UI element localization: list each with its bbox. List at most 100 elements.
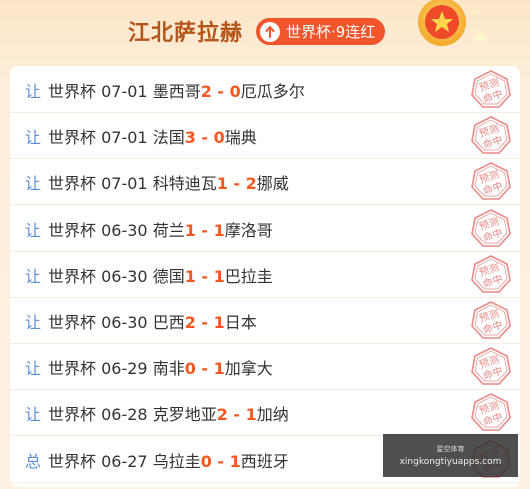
bet-type-label: 总 <box>25 451 42 471</box>
score-separator: - <box>211 82 230 101</box>
home-team: 法国 <box>152 128 185 148</box>
home-team: 南非 <box>152 359 185 379</box>
watermark-top: 星空体育 <box>436 445 465 453</box>
match-text: 世界杯 07-01 墨西哥2 - 0厄瓜多尔 <box>48 78 305 102</box>
hit-stamp-icon: 预测命中 <box>471 208 511 247</box>
match-text: 世界杯 07-01 科特迪瓦1 - 2挪威 <box>48 170 289 194</box>
home-team: 墨西哥 <box>152 82 201 101</box>
bet-type-label: 让 <box>25 174 42 194</box>
match-text: 世界杯 06-30 德国1 - 1巴拉圭 <box>48 263 273 287</box>
bet-type-label: 让 <box>25 359 42 379</box>
away-score: 1 <box>213 359 225 379</box>
streak-badge[interactable]: 世界杯·9连红 <box>256 18 386 45</box>
score-separator: - <box>195 359 214 379</box>
away-team: 日本 <box>224 313 257 332</box>
match-date: 06-28 <box>101 405 148 425</box>
home-score: 0 <box>184 359 196 379</box>
match-row[interactable]: 让世界杯 06-28 克罗地亚2 - 1加纳 预测 命中 <box>10 389 520 437</box>
hit-stamp-icon: 预测命中 <box>471 347 511 385</box>
home-score: 1 <box>184 266 196 286</box>
match-text: 世界杯 06-28 克罗地亚2 - 1加纳 <box>48 401 289 425</box>
hit-stamp-icon: 预测命中 <box>471 301 511 339</box>
away-team: 西班牙 <box>240 451 289 471</box>
score-separator: - <box>195 128 214 148</box>
away-score: 2 <box>245 174 257 194</box>
away-score: 0 <box>213 128 225 148</box>
bet-type-label: 让 <box>25 220 42 240</box>
away-team: 挪威 <box>256 174 289 194</box>
home-score: 2 <box>216 405 228 425</box>
match-date: 06-30 <box>101 266 148 286</box>
hit-stamp-icon: 预测命中 <box>471 393 511 432</box>
score-separator: - <box>195 313 214 332</box>
away-team: 巴拉圭 <box>224 266 273 286</box>
home-score: 3 <box>184 128 196 148</box>
away-score: 1 <box>213 266 225 286</box>
away-team: 摩洛哥 <box>224 220 273 240</box>
league-label: 世界杯 <box>48 266 97 286</box>
score-separator: - <box>227 174 246 194</box>
bet-type-label: 让 <box>25 82 42 101</box>
away-score: 1 <box>213 313 225 332</box>
away-score: 1 <box>229 451 241 471</box>
bet-type-label: 让 <box>25 313 42 332</box>
home-team: 荷兰 <box>152 220 185 240</box>
home-score: 2 <box>200 82 212 101</box>
score-separator: - <box>211 451 230 471</box>
league-label: 世界杯 <box>48 82 97 101</box>
hit-stamp-icon: 预测命中 <box>471 254 511 293</box>
match-row[interactable]: 让世界杯 07-01 科特迪瓦1 - 2挪威 预测 命中 <box>10 158 520 206</box>
league-label: 世界杯 <box>48 313 97 332</box>
arrow-up-icon <box>260 21 280 42</box>
match-date: 07-01 <box>101 128 148 148</box>
away-score: 1 <box>213 220 225 240</box>
match-date: 07-01 <box>101 174 148 194</box>
streak-label: 世界杯·9连红 <box>286 23 376 41</box>
match-row[interactable]: 让世界杯 06-30 荷兰1 - 1摩洛哥 预测 命中 <box>10 205 520 252</box>
home-score: 0 <box>200 451 212 471</box>
match-text: 世界杯 07-01 法国3 - 0瑞典 <box>48 124 257 148</box>
match-text: 世界杯 06-30 荷兰1 - 1摩洛哥 <box>48 217 273 241</box>
page-title: 江北萨拉赫 <box>128 21 244 46</box>
away-team: 加拿大 <box>224 359 273 379</box>
hit-stamp-icon: 预测命中 <box>471 162 511 201</box>
match-row[interactable]: 让世界杯 06-29 南非0 - 1加拿大 预测 命中 <box>10 343 520 391</box>
home-score: 2 <box>184 313 196 332</box>
match-row[interactable]: 让世界杯 07-01 法国3 - 0瑞典 预测 命中 <box>10 112 520 160</box>
match-date: 06-29 <box>101 359 148 379</box>
home-team: 克罗地亚 <box>152 405 217 425</box>
bet-type-label: 让 <box>25 266 42 286</box>
away-score: 1 <box>245 405 257 425</box>
away-score: 0 <box>229 82 241 101</box>
bet-type-label: 让 <box>25 128 42 148</box>
home-team: 巴西 <box>152 313 185 332</box>
medal-star-icon <box>418 0 488 46</box>
watermark: 星空体育 xingkongtiyuapps.com <box>383 434 518 477</box>
score-separator: - <box>227 405 246 425</box>
watermark-url: xingkongtiyuapps.com <box>399 457 502 467</box>
match-row[interactable]: 让世界杯 06-30 德国1 - 1巴拉圭 预测 命中 <box>10 251 520 298</box>
away-team: 加纳 <box>256 405 289 425</box>
match-row[interactable]: 让世界杯 07-01 墨西哥2 - 0厄瓜多尔 预测 命中 <box>10 66 520 113</box>
home-team: 科特迪瓦 <box>152 174 217 194</box>
home-team: 乌拉圭 <box>152 451 201 471</box>
header: 江北萨拉赫 世界杯·9连红 <box>0 0 530 64</box>
home-score: 1 <box>184 220 196 240</box>
league-label: 世界杯 <box>48 359 97 379</box>
match-text: 世界杯 06-29 南非0 - 1加拿大 <box>48 355 273 379</box>
match-date: 06-27 <box>101 451 148 471</box>
hit-stamp-icon: 预测命中 <box>471 70 511 108</box>
match-text: 世界杯 06-30 巴西2 - 1日本 <box>48 309 257 333</box>
score-separator: - <box>195 220 214 240</box>
league-label: 世界杯 <box>48 405 97 425</box>
match-row[interactable]: 让世界杯 06-30 巴西2 - 1日本 预测 命中 <box>10 297 520 344</box>
match-text: 世界杯 06-27 乌拉圭0 - 1西班牙 <box>48 448 289 472</box>
match-date: 07-01 <box>101 82 148 101</box>
home-score: 1 <box>216 174 228 194</box>
away-team: 瑞典 <box>224 128 257 148</box>
bet-type-label: 让 <box>25 405 42 425</box>
league-label: 世界杯 <box>48 174 97 194</box>
prediction-list: 让世界杯 07-01 墨西哥2 - 0厄瓜多尔 预测 命中让世界杯 07-01 法国… <box>10 66 520 487</box>
home-team: 德国 <box>152 266 185 286</box>
league-label: 世界杯 <box>48 220 97 240</box>
